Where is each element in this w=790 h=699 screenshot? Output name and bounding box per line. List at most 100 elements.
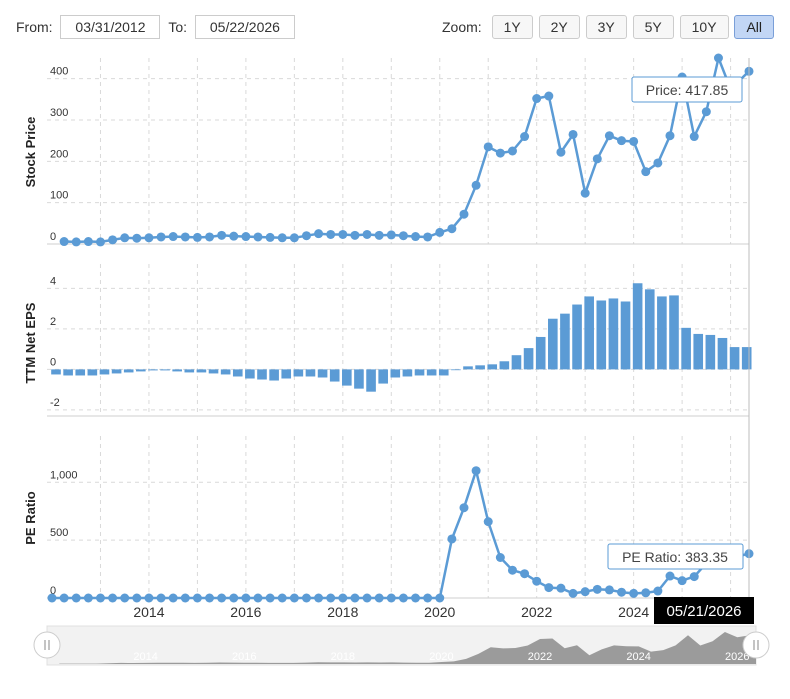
eps-bar <box>729 347 740 370</box>
price-point <box>83 237 93 247</box>
price-point <box>411 232 421 242</box>
pe-point <box>241 593 251 603</box>
eps-bar <box>402 369 413 377</box>
price-y-tick-label: 400 <box>50 66 68 78</box>
price-point <box>483 142 493 152</box>
pe-point <box>423 593 433 603</box>
price-point <box>314 229 324 239</box>
pe-point <box>544 583 554 593</box>
pe-tooltip: PE Ratio: 383.35 <box>607 543 744 570</box>
date-flag-text: 05/21/2026 <box>666 603 741 620</box>
eps-bar <box>75 369 86 376</box>
eps-bar <box>463 366 473 370</box>
price-point <box>520 132 530 142</box>
eps-bar <box>99 369 110 375</box>
pe-point <box>689 572 699 582</box>
pe-point <box>556 583 566 593</box>
price-point <box>192 232 202 242</box>
price-tooltip: Price: 417.85 <box>631 76 743 103</box>
pe-point <box>592 584 602 594</box>
eps-axis-title: TTM Net EPS <box>23 302 38 383</box>
eps-bar <box>451 369 461 371</box>
pe-point <box>217 593 227 603</box>
price-point <box>629 136 639 146</box>
price-point <box>180 232 190 242</box>
eps-bar <box>305 369 316 377</box>
pe-point <box>580 587 590 597</box>
pe-y-tick-label: 500 <box>50 527 68 539</box>
pe-panel: PE Ratio 05001,000 PE Ratio: 383.35 <box>23 466 754 603</box>
eps-bar <box>123 369 134 373</box>
price-point <box>95 237 105 247</box>
price-y-tick-label: 0 <box>50 231 56 243</box>
price-point <box>423 232 433 242</box>
price-point <box>386 230 396 240</box>
eps-bar <box>378 369 388 384</box>
eps-bar <box>511 355 522 370</box>
navigator-left-handle[interactable] <box>33 631 61 659</box>
price-axis-title: Stock Price <box>23 117 38 188</box>
pe-point <box>520 569 530 579</box>
pe-point <box>398 593 408 603</box>
pe-point <box>205 593 215 603</box>
eps-bar <box>548 318 558 370</box>
navigator-tick-label: 2020 <box>429 651 453 663</box>
pe-point <box>253 593 263 603</box>
price-point <box>398 231 408 241</box>
price-point <box>568 129 578 139</box>
eps-bar <box>717 337 728 370</box>
pe-point <box>532 576 542 586</box>
eps-bar <box>245 369 255 379</box>
eps-bar <box>196 369 207 373</box>
eps-bar <box>87 369 98 376</box>
eps-bar <box>220 369 231 375</box>
eps-y-ticks: -2 0 2 4 <box>50 275 60 409</box>
price-point <box>205 232 215 242</box>
pe-point <box>411 593 421 603</box>
price-point <box>689 132 699 142</box>
eps-y-tick-label: 4 <box>50 275 56 287</box>
navigator-right-handle[interactable] <box>742 631 770 659</box>
price-point <box>507 146 517 156</box>
pe-point <box>459 503 469 513</box>
price-point <box>459 209 469 219</box>
pe-point <box>83 593 93 603</box>
pe-point <box>47 593 57 603</box>
eps-bar <box>136 369 146 372</box>
pe-point <box>507 565 517 575</box>
x-tick-label: 2014 <box>133 604 164 620</box>
pe-point <box>289 593 299 603</box>
price-point <box>71 237 81 247</box>
grid-layer <box>47 58 749 599</box>
navigator-tick-label: 2014 <box>133 651 157 663</box>
price-point <box>532 94 542 104</box>
eps-bar <box>572 304 582 370</box>
pe-point <box>471 466 481 476</box>
price-y-ticks: 0 100 200 300 400 <box>50 66 68 243</box>
eps-bar <box>414 369 425 376</box>
right-handle-knob[interactable] <box>742 631 770 659</box>
pe-point <box>435 593 445 603</box>
eps-series <box>51 283 752 392</box>
x-axis-ticks: 2014 2016 2018 2020 2022 2024 <box>133 604 649 620</box>
eps-bar <box>535 336 546 370</box>
eps-bar <box>657 296 667 370</box>
eps-bar <box>281 369 292 379</box>
eps-bar <box>681 327 691 370</box>
x-tick-label: 2020 <box>424 604 455 620</box>
eps-bar <box>438 369 449 376</box>
navigator[interactable]: 2014 2016 2018 2020 2022 2024 2026 <box>33 625 770 666</box>
left-handle-knob[interactable] <box>33 631 61 659</box>
price-panel: Stock Price 0 100 200 300 400 Price: 417.85 <box>23 53 754 247</box>
pe-point <box>156 593 166 603</box>
pe-point <box>59 593 69 603</box>
navigator-tick-label: 2016 <box>232 651 256 663</box>
eps-bar <box>499 361 510 370</box>
pe-point <box>386 593 396 603</box>
eps-bar <box>293 369 304 377</box>
eps-bar <box>172 369 182 372</box>
eps-bar <box>426 369 437 376</box>
price-point <box>701 107 711 117</box>
price-point <box>556 147 566 157</box>
price-point <box>665 131 675 141</box>
